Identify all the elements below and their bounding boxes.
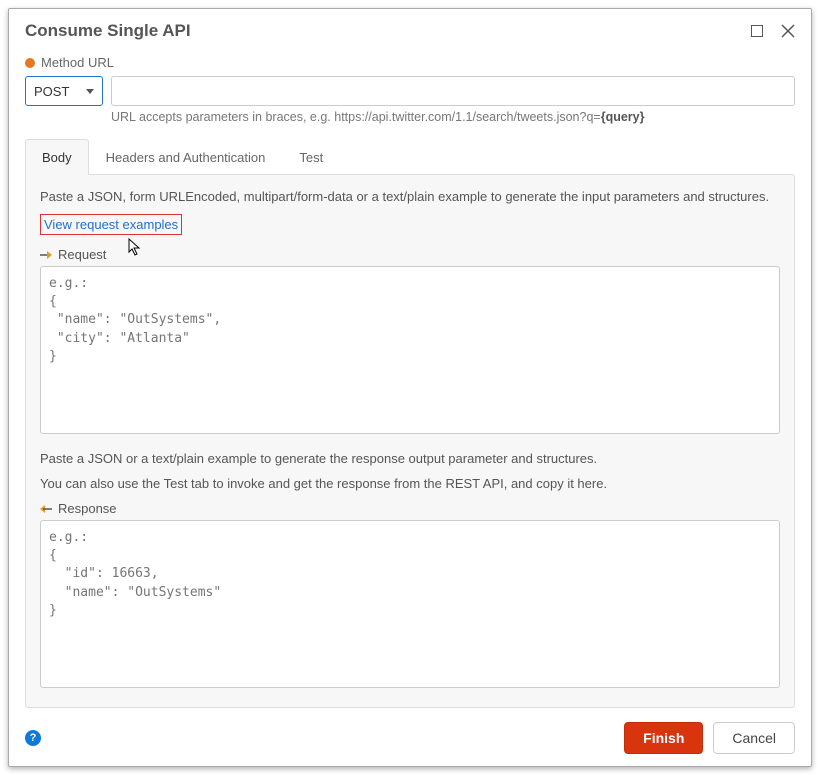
tab-content-body: Paste a JSON, form URLEncoded, multipart… [25, 174, 795, 708]
window-controls [751, 24, 795, 38]
request-body-input[interactable] [40, 266, 780, 434]
request-instructions: Paste a JSON, form URLEncoded, multipart… [40, 189, 780, 204]
help-icon[interactable]: ? [25, 730, 41, 746]
tab-body[interactable]: Body [25, 139, 89, 175]
footer-buttons: Finish Cancel [624, 722, 795, 754]
close-icon[interactable] [781, 24, 795, 38]
response-instructions-1: Paste a JSON or a text/plain example to … [40, 451, 780, 466]
response-section-label: Response [40, 501, 780, 516]
request-arrow-icon [40, 250, 52, 260]
required-dot-icon [25, 58, 35, 68]
method-url-label-row: Method URL [25, 55, 795, 70]
response-arrow-icon [40, 504, 52, 514]
response-body-input[interactable] [40, 520, 780, 688]
tabs: Body Headers and Authentication Test [25, 138, 795, 174]
finish-button[interactable]: Finish [624, 722, 703, 754]
cancel-button[interactable]: Cancel [713, 722, 795, 754]
dialog-footer: ? Finish Cancel [25, 708, 795, 754]
tab-headers-auth[interactable]: Headers and Authentication [89, 139, 283, 175]
url-input[interactable] [111, 76, 795, 106]
request-section-label: Request [40, 247, 780, 262]
tab-test[interactable]: Test [282, 139, 340, 175]
method-url-label: Method URL [41, 55, 114, 70]
chevron-down-icon [86, 89, 94, 94]
url-hint: URL accepts parameters in braces, e.g. h… [111, 110, 795, 124]
dialog-title: Consume Single API [25, 21, 191, 41]
response-instructions-2: You can also use the Test tab to invoke … [40, 476, 780, 491]
consume-api-dialog: Consume Single API Method URL POST URL a… [8, 8, 812, 767]
titlebar: Consume Single API [25, 21, 795, 41]
method-select-value: POST [34, 84, 69, 99]
method-select[interactable]: POST [25, 76, 103, 106]
method-url-row: POST [25, 76, 795, 106]
view-request-examples-link[interactable]: View request examples [40, 214, 182, 235]
maximize-icon[interactable] [751, 25, 763, 37]
